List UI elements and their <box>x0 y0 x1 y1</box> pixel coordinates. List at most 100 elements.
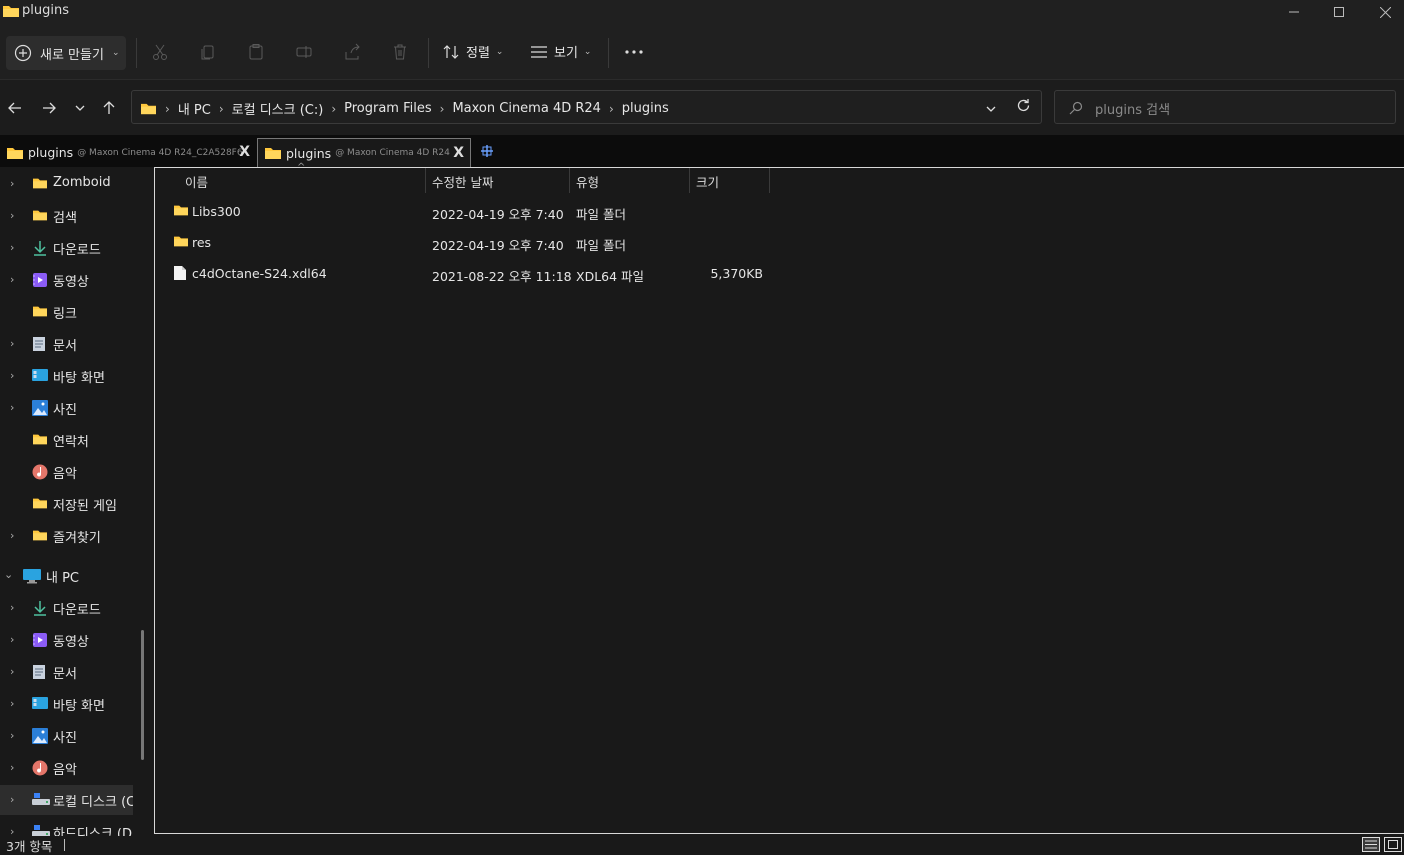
new-tab-button[interactable] <box>480 142 494 163</box>
sidebar-item[interactable]: › 로컬 디스크 (C:) <box>0 785 133 815</box>
new-button[interactable]: 새로 만들기 ⌄ <box>6 36 126 70</box>
chevron-right-icon[interactable]: › <box>10 633 14 646</box>
folder-icon <box>32 496 48 512</box>
folder-icon <box>32 208 48 224</box>
chevron-right-icon[interactable]: › <box>10 793 14 806</box>
chevron-right-icon[interactable]: › <box>10 665 14 678</box>
refresh-button[interactable] <box>1016 98 1031 117</box>
file-date: 2021-08-22 오후 11:18 <box>432 269 572 284</box>
file-row[interactable]: res 2022-04-19 오후 7:40 파일 폴더 <box>155 229 775 257</box>
sidebar-item[interactable]: › 바탕 화면 <box>0 361 133 391</box>
address-history-button[interactable] <box>986 101 996 116</box>
rename-button[interactable] <box>294 42 314 62</box>
chevron-right-icon[interactable]: › <box>10 697 14 710</box>
picture-icon <box>32 728 48 744</box>
sort-label: 정렬 <box>466 46 490 61</box>
up-button[interactable] <box>98 97 120 119</box>
sidebar-item-label: 바탕 화면 <box>53 699 105 714</box>
sidebar-item-label: 사진 <box>53 403 77 418</box>
share-button[interactable] <box>342 42 362 62</box>
chevron-right-icon[interactable]: › <box>10 337 14 350</box>
tab-close-button[interactable]: X <box>239 144 250 160</box>
sort-button[interactable]: 정렬 ⌄ <box>442 42 503 61</box>
drive-icon <box>32 792 50 808</box>
sidebar-item[interactable]: › Zomboid <box>0 169 133 199</box>
chevron-right-icon[interactable]: › <box>10 209 14 222</box>
breadcrumb-item[interactable]: 내 PC <box>178 99 211 118</box>
tab-plugins-2[interactable]: plugins @ Maxon Cinema 4D R24 X <box>257 138 471 167</box>
sidebar-item[interactable]: › 동영상 <box>0 625 133 655</box>
sidebar-item[interactable]: › 사진 <box>0 721 133 751</box>
chevron-right-icon[interactable]: › <box>10 369 14 382</box>
sidebar-item-label: 저장된 게임 <box>53 499 117 514</box>
tab-bar: plugins @ Maxon Cinema 4D R24_C2A528F6 X… <box>0 135 1404 167</box>
sidebar-item[interactable]: › 다운로드 <box>0 593 133 623</box>
sidebar-item[interactable]: › 하드디스크 (D:) <box>0 817 133 836</box>
more-options-button[interactable] <box>624 42 644 62</box>
large-icons-view-button[interactable] <box>1384 837 1402 852</box>
chevron-right-icon[interactable]: › <box>10 529 14 542</box>
chevron-right-icon[interactable]: › <box>10 177 14 190</box>
chevron-right-icon[interactable]: › <box>10 601 14 614</box>
sidebar-item[interactable]: 음악 <box>0 457 133 487</box>
sidebar-item[interactable]: 연락처 <box>0 425 133 455</box>
copy-button[interactable] <box>198 42 218 62</box>
search-input[interactable]: plugins 검색 <box>1054 90 1396 124</box>
sidebar-item[interactable]: › 사진 <box>0 393 133 423</box>
sidebar-item[interactable]: › 다운로드 <box>0 233 133 263</box>
recent-locations-button[interactable] <box>69 97 91 119</box>
chevron-right-icon[interactable]: › <box>609 102 614 116</box>
sidebar-scrollbar[interactable] <box>141 630 144 760</box>
column-header-date[interactable]: 수정한 날짜 <box>426 168 570 193</box>
chevron-right-icon[interactable]: › <box>10 401 14 414</box>
chevron-right-icon[interactable]: › <box>10 761 14 774</box>
breadcrumb-item[interactable]: plugins <box>622 101 669 116</box>
tab-close-button[interactable]: X <box>453 145 464 161</box>
close-button[interactable] <box>1362 0 1404 24</box>
back-button[interactable] <box>4 97 26 119</box>
sidebar-item[interactable]: 저장된 게임 <box>0 489 133 519</box>
chevron-down-icon <box>75 105 85 111</box>
maximize-button[interactable] <box>1316 0 1362 24</box>
sidebar-item[interactable]: › 바탕 화면 <box>0 689 133 719</box>
column-header-size[interactable]: 크기 <box>690 168 770 193</box>
chevron-right-icon[interactable]: › <box>10 825 14 836</box>
file-row[interactable]: c4dOctane-S24.xdl64 2021-08-22 오후 11:18 XD… <box>155 260 775 288</box>
chevron-right-icon[interactable]: › <box>331 102 336 116</box>
column-header-name[interactable]: 이름 ^ <box>155 162 426 193</box>
delete-button[interactable] <box>390 42 410 62</box>
desktop-icon <box>32 696 48 712</box>
new-button-label: 새로 만들기 <box>40 47 104 63</box>
tab-plugins-1[interactable]: plugins @ Maxon Cinema 4D R24_C2A528F6 X <box>0 138 256 167</box>
chevron-right-icon[interactable]: › <box>10 729 14 742</box>
paste-button[interactable] <box>246 42 266 62</box>
view-button[interactable]: 보기 ⌄ <box>530 42 591 61</box>
chevron-right-icon[interactable]: › <box>10 273 14 286</box>
forward-button[interactable] <box>38 97 60 119</box>
breadcrumb-item[interactable]: 로컬 디스크 (C:) <box>232 99 324 118</box>
column-header-type[interactable]: 유형 <box>570 168 690 193</box>
chevron-right-icon[interactable]: › <box>10 241 14 254</box>
cut-button[interactable] <box>150 42 170 62</box>
sidebar-item[interactable]: › 동영상 <box>0 265 133 295</box>
sidebar-item-label: 링크 <box>53 307 77 322</box>
sidebar-item[interactable]: › 문서 <box>0 329 133 359</box>
sidebar-item[interactable]: › 음악 <box>0 753 133 783</box>
details-view-button[interactable] <box>1362 837 1380 852</box>
sidebar-item[interactable]: 링크 <box>0 297 133 327</box>
chevron-right-icon[interactable]: › <box>440 102 445 116</box>
address-bar[interactable]: › 내 PC › 로컬 디스크 (C:) › Program Files › M… <box>131 90 1042 124</box>
sidebar-item[interactable]: › 검색 <box>0 201 133 231</box>
sidebar-item[interactable]: › 즐겨찾기 <box>0 521 133 551</box>
desktop-icon <box>32 368 48 384</box>
sidebar-item[interactable]: › 문서 <box>0 657 133 687</box>
file-name: Libs300 <box>192 204 241 219</box>
breadcrumb-item[interactable]: Program Files <box>344 101 432 116</box>
breadcrumb-item[interactable]: Maxon Cinema 4D R24 <box>452 101 600 116</box>
file-row[interactable]: Libs300 2022-04-19 오후 7:40 파일 폴더 <box>155 198 775 226</box>
chevron-down-icon[interactable]: ⌄ <box>4 568 13 581</box>
file-type: 파일 폴더 <box>576 207 626 222</box>
minimize-button[interactable] <box>1271 0 1317 24</box>
sidebar-item-this-pc[interactable]: ⌄ 내 PC <box>0 561 133 591</box>
chevron-right-icon[interactable]: › <box>219 102 224 116</box>
